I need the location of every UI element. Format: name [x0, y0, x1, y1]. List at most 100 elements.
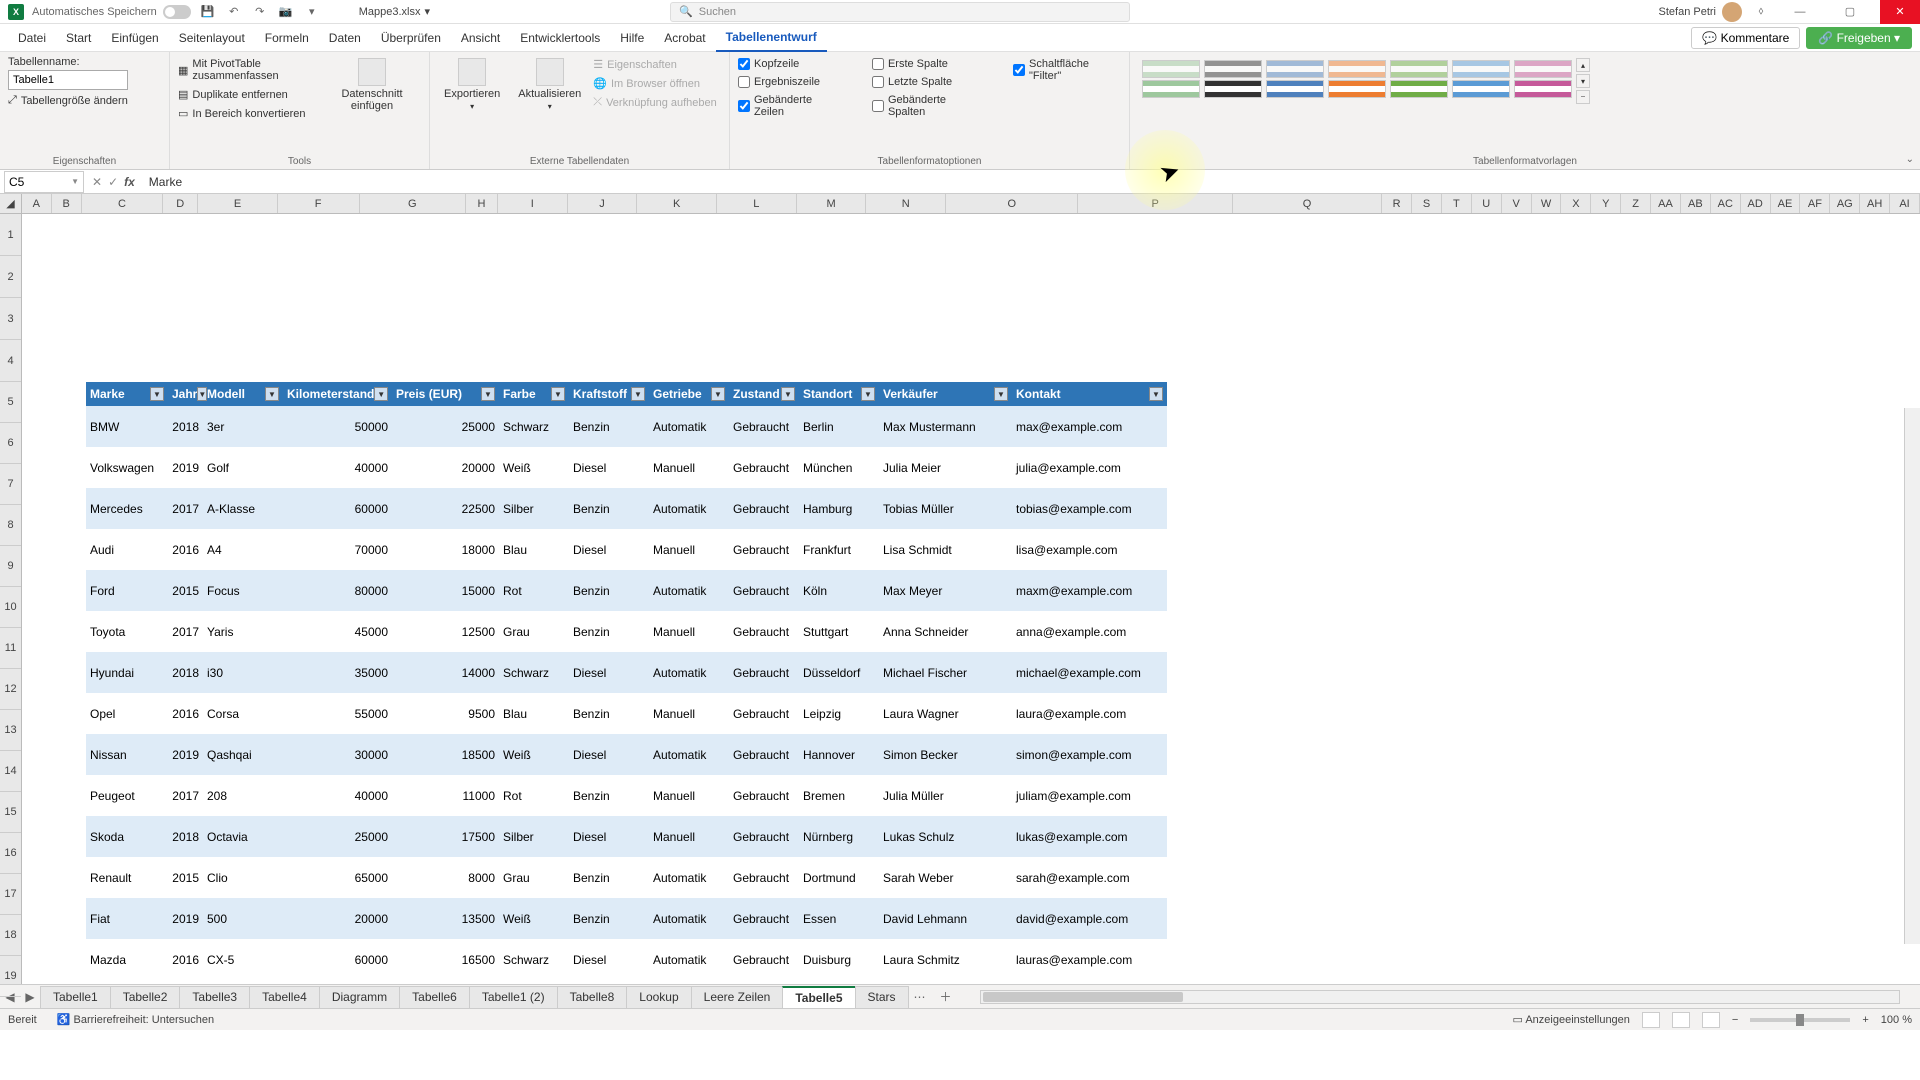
filter-dropdown-icon[interactable]: ▼ [711, 387, 725, 401]
table-name-input[interactable] [8, 70, 128, 90]
table-row[interactable]: Skoda2018Octavia2500017500SilberDieselMa… [86, 816, 1167, 857]
row-header[interactable]: 9 [0, 546, 21, 587]
table-cell[interactable]: 14000 [392, 666, 499, 680]
zoom-slider[interactable] [1750, 1018, 1850, 1022]
row-header[interactable]: 13 [0, 710, 21, 751]
table-cell[interactable]: Simon Becker [879, 748, 1012, 762]
table-cell[interactable]: 60000 [283, 502, 392, 516]
table-cell[interactable]: Benzin [569, 707, 649, 721]
table-cell[interactable]: Schwarz [499, 420, 569, 434]
table-cell[interactable]: 18000 [392, 543, 499, 557]
table-cell[interactable]: Corsa [203, 707, 283, 721]
table-cell[interactable]: 11000 [392, 789, 499, 803]
sheet-tab[interactable]: Lookup [626, 986, 691, 1008]
collapse-ribbon-icon[interactable]: ⌄ [1906, 154, 1914, 165]
row-header[interactable]: 7 [0, 464, 21, 505]
table-cell[interactable]: Blau [499, 543, 569, 557]
table-cell[interactable]: Golf [203, 461, 283, 475]
table-cell[interactable]: Leipzig [799, 707, 879, 721]
pivot-button[interactable]: ▦Mit PivotTable zusammenfassen [178, 56, 317, 84]
table-cell[interactable]: Düsseldorf [799, 666, 879, 680]
table-cell[interactable]: 25000 [283, 830, 392, 844]
table-style-thumb[interactable] [1266, 60, 1324, 78]
column-header[interactable]: AI [1890, 194, 1920, 213]
table-cell[interactable]: juliam@example.com [1012, 789, 1167, 803]
table-cell[interactable]: 9500 [392, 707, 499, 721]
table-row[interactable]: Ford2015Focus8000015000RotBenzinAutomati… [86, 570, 1167, 611]
sheet-tab[interactable]: Tabelle4 [249, 986, 320, 1008]
table-cell[interactable]: Max Mustermann [879, 420, 1012, 434]
table-header-cell[interactable]: Standort▼ [799, 387, 879, 401]
table-cell[interactable]: 3er [203, 420, 283, 434]
table-header-cell[interactable]: Modell▼ [203, 387, 283, 401]
sheet-tab[interactable]: Stars [855, 986, 909, 1008]
table-cell[interactable]: max@example.com [1012, 420, 1167, 434]
table-cell[interactable]: Manuell [649, 707, 729, 721]
sheet-tab[interactable]: Tabelle8 [557, 986, 628, 1008]
row-header[interactable]: 8 [0, 505, 21, 546]
minimize-icon[interactable]: — [1780, 0, 1820, 24]
table-cell[interactable]: Silber [499, 502, 569, 516]
row-header[interactable]: 17 [0, 874, 21, 915]
table-cell[interactable]: Gebraucht [729, 461, 799, 475]
table-cell[interactable]: 2019 [168, 912, 203, 926]
column-header[interactable]: V [1502, 194, 1532, 213]
refresh-button[interactable]: Aktualisieren▾ [512, 56, 587, 113]
table-row[interactable]: Fiat20195002000013500WeißBenzinAutomatik… [86, 898, 1167, 939]
table-header-cell[interactable]: Getriebe▼ [649, 387, 729, 401]
row-header[interactable]: 16 [0, 833, 21, 874]
column-header[interactable]: A [22, 194, 52, 213]
table-styles-gallery[interactable]: ▴ ▾ ⎯ [1138, 56, 1592, 102]
filter-dropdown-icon[interactable]: ▼ [374, 387, 388, 401]
table-cell[interactable]: Benzin [569, 789, 649, 803]
page-break-view-icon[interactable] [1702, 1012, 1720, 1028]
table-cell[interactable]: Gebraucht [729, 625, 799, 639]
table-cell[interactable]: Nürnberg [799, 830, 879, 844]
table-cell[interactable]: Benzin [569, 584, 649, 598]
table-cell[interactable]: julia@example.com [1012, 461, 1167, 475]
table-cell[interactable]: A-Klasse [203, 502, 283, 516]
accept-formula-icon[interactable]: ✓ [108, 175, 118, 189]
table-cell[interactable]: Toyota [86, 625, 168, 639]
column-header[interactable]: AG [1830, 194, 1860, 213]
maximize-icon[interactable]: ▢ [1830, 0, 1870, 24]
table-cell[interactable]: Automatik [649, 502, 729, 516]
user-account[interactable]: Stefan Petri [1659, 2, 1742, 22]
tab-einfügen[interactable]: Einfügen [101, 25, 168, 51]
page-layout-view-icon[interactable] [1672, 1012, 1690, 1028]
sheet-tab[interactable]: Tabelle1 (2) [469, 986, 558, 1008]
tab-seitenlayout[interactable]: Seitenlayout [169, 25, 255, 51]
sheet-overflow-icon[interactable]: ⋯ [908, 990, 932, 1004]
table-cell[interactable]: Lisa Schmidt [879, 543, 1012, 557]
camera-icon[interactable]: 📷 [277, 3, 295, 21]
table-cell[interactable]: Schwarz [499, 953, 569, 967]
table-row[interactable]: Renault2015Clio650008000GrauBenzinAutoma… [86, 857, 1167, 898]
table-cell[interactable]: Köln [799, 584, 879, 598]
row-header[interactable]: 19 [0, 956, 21, 997]
column-header[interactable]: AD [1741, 194, 1771, 213]
table-cell[interactable]: 18500 [392, 748, 499, 762]
table-cell[interactable]: 16500 [392, 953, 499, 967]
table-cell[interactable]: Octavia [203, 830, 283, 844]
sheet-tab[interactable]: Tabelle1 [40, 986, 111, 1008]
row-header[interactable]: 18 [0, 915, 21, 956]
table-cell[interactable]: Silber [499, 830, 569, 844]
table-cell[interactable]: München [799, 461, 879, 475]
redo-icon[interactable]: ↷ [251, 3, 269, 21]
table-style-thumb[interactable] [1452, 60, 1510, 78]
table-cell[interactable]: Diesel [569, 666, 649, 680]
table-cell[interactable]: Rot [499, 789, 569, 803]
save-icon[interactable]: 💾 [199, 3, 217, 21]
table-style-thumb[interactable] [1452, 80, 1510, 98]
column-header[interactable]: Y [1591, 194, 1621, 213]
table-cell[interactable]: Diesel [569, 953, 649, 967]
gallery-more-icon[interactable]: ⎯ [1576, 90, 1590, 104]
table-cell[interactable]: simon@example.com [1012, 748, 1167, 762]
table-cell[interactable]: Diesel [569, 461, 649, 475]
qat-customize-icon[interactable]: ▾ [303, 3, 321, 21]
column-header[interactable]: T [1442, 194, 1472, 213]
table-cell[interactable]: 2016 [168, 543, 203, 557]
table-cell[interactable]: Stuttgart [799, 625, 879, 639]
table-style-thumb[interactable] [1514, 60, 1572, 78]
autosave-toggle[interactable]: Automatisches Speichern [32, 5, 191, 19]
